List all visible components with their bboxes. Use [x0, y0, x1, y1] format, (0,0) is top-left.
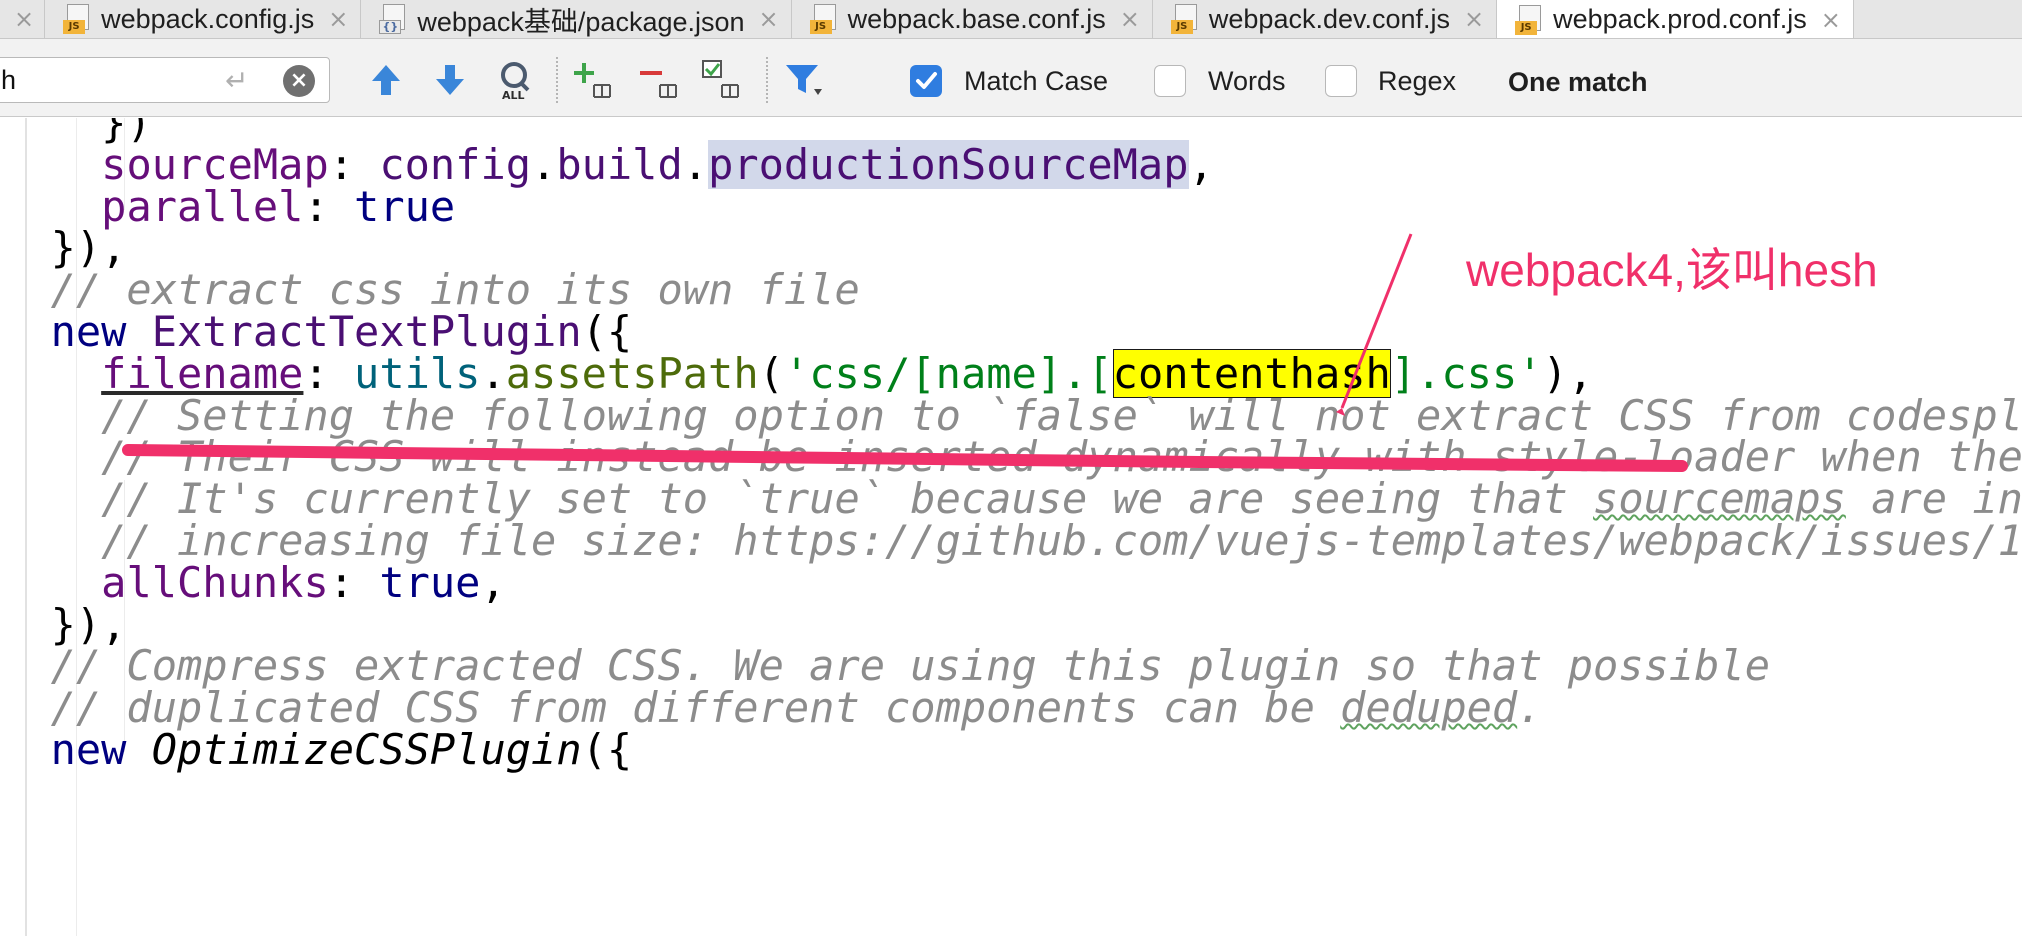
- code-token: .: [1517, 683, 1543, 733]
- arrow-down-icon[interactable]: [428, 59, 472, 101]
- arrow-up-icon[interactable]: [364, 59, 408, 101]
- close-tab-icon[interactable]: ×: [328, 7, 348, 31]
- enter-icon[interactable]: ↵: [225, 64, 248, 97]
- code-token: parallel: [101, 181, 304, 231]
- match-case-label: Match Case: [964, 66, 1109, 96]
- identifier-highlight: productionSourceMap: [708, 139, 1189, 189]
- code-token: :: [303, 181, 355, 231]
- search-box: ↵ ×: [0, 57, 330, 103]
- regex-checkbox[interactable]: [1325, 65, 1357, 97]
- code-token: allChunks: [101, 557, 329, 607]
- annotation-note: webpack4,该叫hesh: [1466, 244, 1878, 296]
- code-line: new OptimizeCSSPlugin({: [0, 723, 633, 777]
- tab-file[interactable]: JS webpack.config.js ×: [45, 0, 362, 38]
- code-token: ,: [480, 557, 506, 607]
- tab-file[interactable]: JS webpack.dev.conf.js ×: [1153, 0, 1498, 38]
- tab-partial[interactable]: ×: [0, 0, 46, 38]
- match-count-status: One match: [1508, 67, 1648, 97]
- code-token: new: [50, 725, 152, 774]
- js-file-icon: JS: [1170, 4, 1199, 34]
- words-label: Words: [1208, 66, 1286, 96]
- tab-label: webpack.base.conf.js: [847, 3, 1106, 34]
- tab-file[interactable]: JS webpack.base.conf.js ×: [792, 0, 1153, 38]
- code-token: true: [354, 181, 456, 231]
- ide-window: × JS webpack.config.js × {} webpack基础/package…: [0, 0, 2022, 936]
- code-token: deduped: [1340, 683, 1518, 733]
- code-token: build: [556, 139, 683, 189]
- clear-search-icon[interactable]: ×: [283, 65, 315, 97]
- js-file-icon: JS: [1515, 4, 1543, 35]
- close-tab-icon[interactable]: ×: [1821, 8, 1841, 32]
- code-token: ,: [1188, 139, 1214, 189]
- regex-label: Regex: [1378, 66, 1457, 96]
- code-token: OptimizeCSSPlugin: [151, 725, 582, 774]
- match-case-checkbox[interactable]: [910, 65, 942, 97]
- svg-text:ALL: ALL: [502, 89, 525, 101]
- tab-label: webpack.config.js: [101, 3, 315, 34]
- close-tab-icon[interactable]: ×: [14, 7, 34, 31]
- close-tab-icon[interactable]: ×: [1120, 7, 1140, 31]
- tab-label: webpack.prod.conf.js: [1553, 4, 1807, 34]
- tab-file[interactable]: {} webpack基础/package.json ×: [361, 0, 792, 38]
- code-token: ({: [581, 725, 633, 774]
- tab-label: webpack基础/package.json: [417, 6, 745, 37]
- code-token: true: [379, 557, 481, 607]
- words-checkbox[interactable]: [1154, 65, 1186, 97]
- tab-active-file[interactable]: JS webpack.prod.conf.js ×: [1497, 0, 1854, 38]
- select-all-occurrences-icon[interactable]: ALL: [492, 59, 536, 101]
- close-tab-icon[interactable]: ×: [759, 7, 779, 31]
- toolbar-separator: [766, 57, 768, 103]
- find-toolbar: ↵ × ALL: [0, 39, 2022, 117]
- checkmark-icon: [916, 72, 937, 89]
- remove-selection-icon[interactable]: [640, 59, 684, 101]
- js-file-icon: JS: [63, 4, 91, 34]
- code-token: :: [328, 557, 380, 607]
- add-selection-icon[interactable]: [574, 59, 618, 101]
- json-file-icon: {}: [379, 4, 407, 34]
- search-input[interactable]: [1, 62, 221, 98]
- tab-label: webpack.dev.conf.js: [1208, 3, 1451, 34]
- code-token: .: [531, 139, 557, 189]
- code-token: .: [682, 139, 709, 189]
- filter-icon[interactable]: [782, 59, 826, 101]
- close-tab-icon[interactable]: ×: [1464, 7, 1484, 31]
- toolbar-separator: [556, 57, 558, 103]
- editor-tab-bar: × JS webpack.config.js × {} webpack基础/package…: [0, 0, 2022, 39]
- toggle-selection-icon[interactable]: [702, 59, 746, 101]
- js-file-icon: JS: [809, 4, 838, 34]
